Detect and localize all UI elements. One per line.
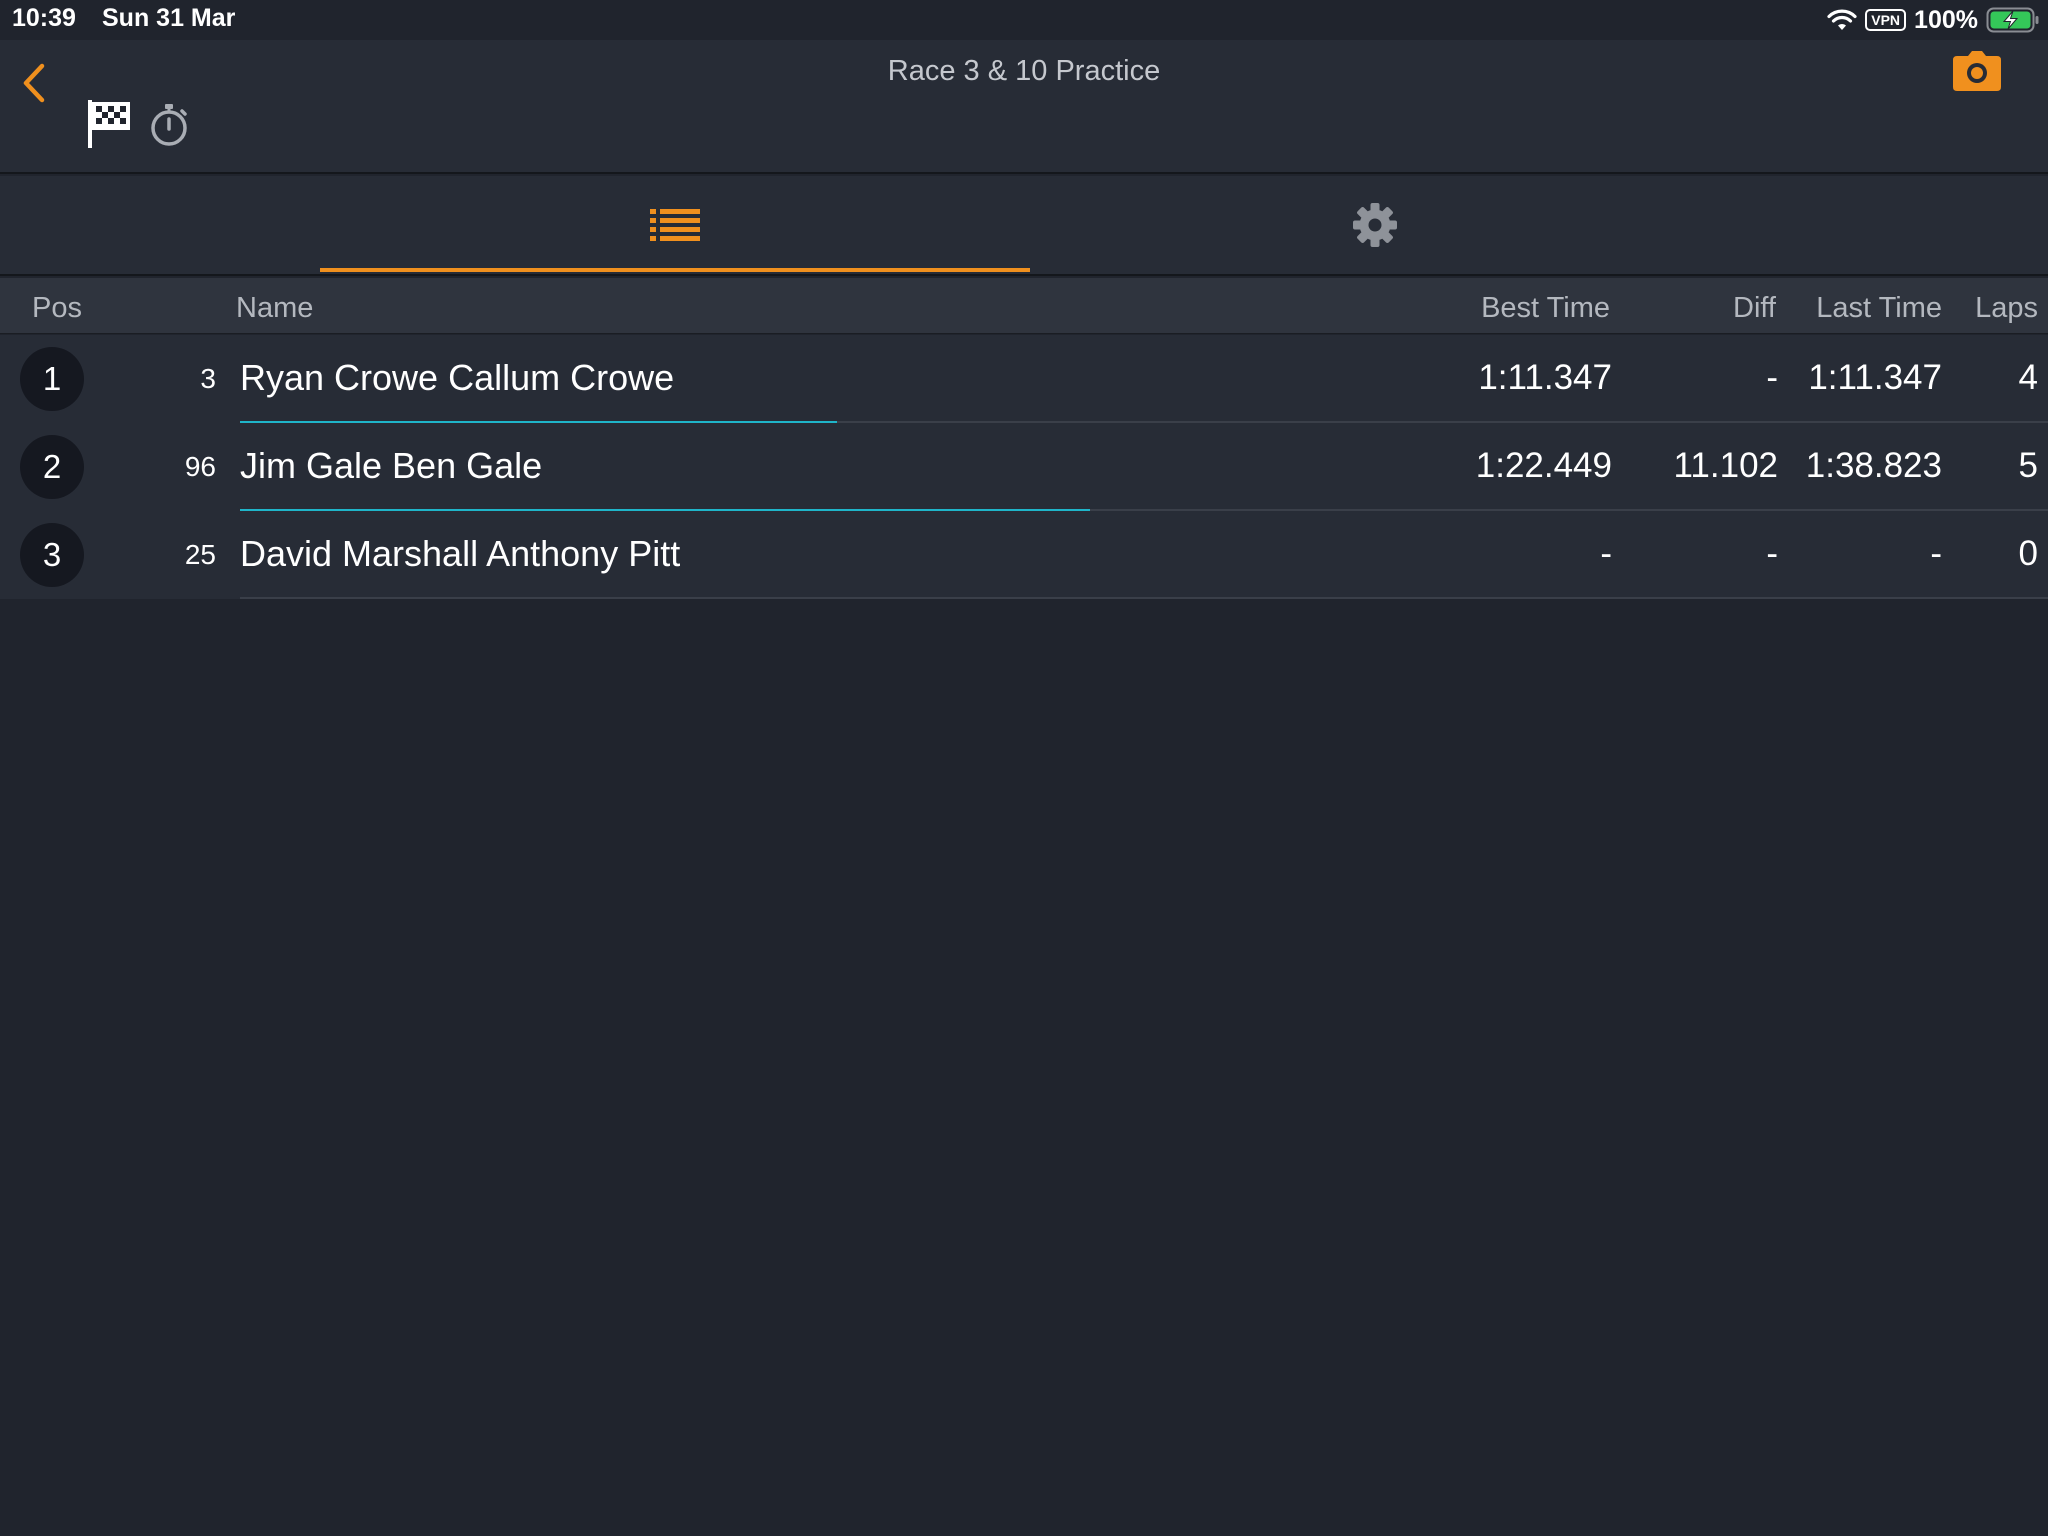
- position-badge: 1: [20, 347, 84, 411]
- diff: 11.102: [1673, 446, 1778, 485]
- nav-bar: Race 3 & 10 Practice: [0, 40, 2048, 174]
- last-time: 1:38.823: [1805, 446, 1942, 485]
- gear-icon: [1353, 203, 1397, 247]
- car-number: 3: [200, 363, 216, 394]
- header-pos: Pos: [32, 292, 82, 324]
- tab-settings[interactable]: [1030, 176, 1720, 274]
- list-icon: [650, 209, 700, 241]
- car-number: 96: [184, 451, 216, 482]
- status-indicators: VPN 100%: [1827, 3, 2040, 37]
- screen: 10:39 Sun 31 Mar VPN 100% Race 3 & 10 Pr…: [0, 0, 2048, 1536]
- diff: -: [1766, 534, 1778, 573]
- table-row[interactable]: 1 3 Ryan Crowe Callum Crowe 1:11.347 - 1…: [0, 335, 2048, 423]
- header-best-time: Best Time: [1481, 292, 1610, 324]
- wifi-icon: [1827, 9, 1857, 30]
- table-row[interactable]: 3 25 David Marshall Anthony Pitt - - - 0: [0, 511, 2048, 599]
- car-number: 25: [184, 539, 216, 570]
- driver-name: David Marshall Anthony Pitt: [240, 533, 681, 574]
- tab-bar: [0, 176, 2048, 276]
- position-badge: 3: [20, 523, 84, 587]
- row-divider: [240, 597, 2048, 599]
- table-header: Pos Name Best Time Diff Last Time Laps: [0, 278, 2048, 334]
- laps: 0: [2018, 534, 2038, 573]
- header-diff: Diff: [1733, 292, 1776, 324]
- battery-percentage: 100%: [1914, 5, 1978, 34]
- table-row[interactable]: 2 96 Jim Gale Ben Gale 1:22.449 11.102 1…: [0, 423, 2048, 511]
- laps: 4: [2018, 358, 2038, 397]
- status-bar: 10:39 Sun 31 Mar VPN 100%: [0, 0, 2048, 40]
- tab-leaderboard[interactable]: [320, 176, 1030, 274]
- last-time: -: [1930, 534, 1942, 573]
- page-title: Race 3 & 10 Practice: [887, 55, 1161, 87]
- battery-charging-icon: [1986, 7, 2039, 33]
- best-time: 1:11.347: [1478, 358, 1612, 397]
- best-time: -: [1600, 534, 1612, 573]
- header-laps: Laps: [1975, 292, 2038, 324]
- driver-name: Ryan Crowe Callum Crowe: [240, 357, 675, 398]
- active-tab-indicator: [320, 268, 1030, 272]
- camera-icon[interactable]: [1952, 50, 2002, 92]
- header-last-time: Last Time: [1816, 292, 1942, 324]
- diff: -: [1766, 358, 1778, 397]
- position-badge: 2: [20, 435, 84, 499]
- driver-name: Jim Gale Ben Gale: [240, 445, 543, 486]
- status-date: Sun 31 Mar: [102, 4, 236, 32]
- vpn-badge: VPN: [1865, 9, 1907, 31]
- checkered-flag-icon[interactable]: [86, 98, 132, 150]
- status-time: 10:39: [12, 4, 76, 32]
- header-name: Name: [236, 292, 314, 324]
- last-time: 1:11.347: [1808, 358, 1942, 397]
- laps: 5: [2018, 446, 2038, 485]
- best-time: 1:22.449: [1475, 446, 1612, 485]
- stopwatch-icon[interactable]: [148, 102, 190, 148]
